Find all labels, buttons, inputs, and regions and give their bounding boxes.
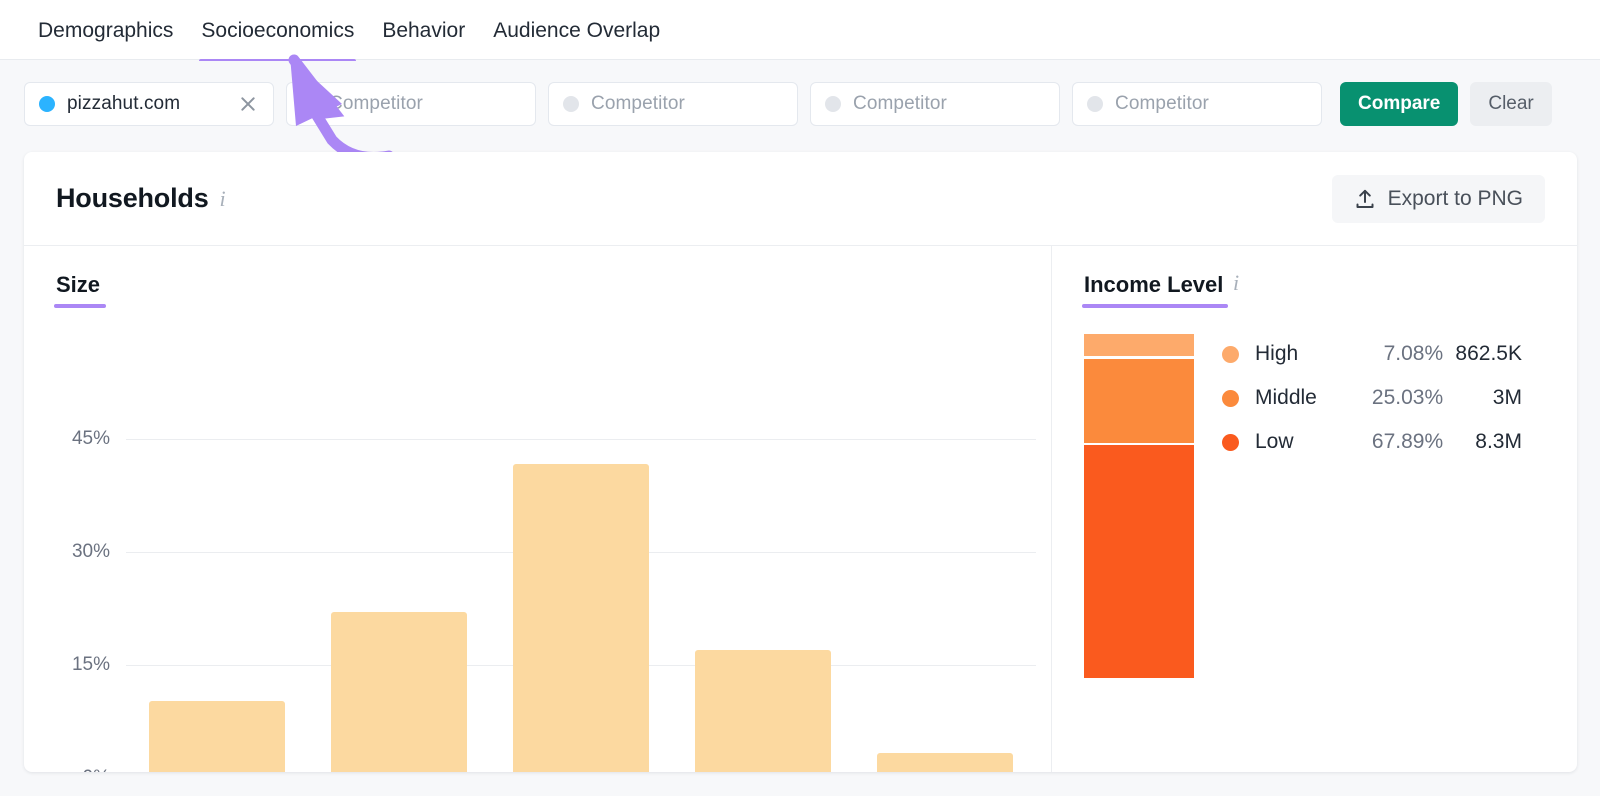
legend-percent-value: 7.08% [1361, 342, 1443, 366]
competitor-input-1[interactable]: Competitor [286, 82, 536, 126]
income-stack-segment[interactable] [1084, 445, 1194, 678]
income-section-title: Income Level [1084, 272, 1223, 298]
legend-absolute-value: 862.5K [1443, 342, 1522, 366]
competitor-input-3[interactable]: Competitor [810, 82, 1060, 126]
competitor-placeholder-1: Competitor [329, 93, 423, 115]
card-header: Households i Export to PNG [24, 152, 1577, 246]
legend-label: Low [1255, 430, 1361, 454]
legend-color-dot [1222, 434, 1239, 451]
upload-icon [1354, 188, 1376, 210]
clear-button[interactable]: Clear [1470, 82, 1551, 126]
close-icon[interactable] [237, 93, 259, 115]
tab-behavior[interactable]: Behavior [368, 0, 479, 63]
legend-row[interactable]: High7.08%862.5K [1222, 343, 1522, 365]
legend-absolute-value: 3M [1443, 386, 1522, 410]
legend-color-dot [1222, 390, 1239, 407]
y-axis-tick-label: 15% [38, 654, 110, 676]
card-body: Size 0%15%30%45% 123–45–67+ Income Level… [24, 246, 1577, 772]
tab-demographics[interactable]: Demographics [24, 0, 187, 63]
chart-bar[interactable] [331, 612, 467, 772]
size-bar-chart: 0%15%30%45% 123–45–67+ [24, 246, 1051, 772]
income-stacked-bar [1084, 334, 1194, 681]
competitor-placeholder-3: Competitor [853, 93, 947, 115]
legend-row[interactable]: Middle25.03%3M [1222, 387, 1522, 409]
y-axis-tick-label: 30% [38, 541, 110, 563]
competitor-color-dot [563, 96, 579, 112]
competitor-color-dot [825, 96, 841, 112]
export-to-png-button[interactable]: Export to PNG [1332, 175, 1545, 223]
income-title-underline [1082, 304, 1228, 308]
income-level-panel: Income Level i High7.08%862.5K Middle25.0… [1051, 246, 1577, 772]
y-axis-tick-label: 45% [38, 428, 110, 450]
legend-row[interactable]: Low67.89%8.3M [1222, 431, 1522, 453]
legend-percent-value: 67.89% [1361, 430, 1443, 454]
domain-chip-label: pizzahut.com [67, 93, 180, 115]
main-tab-bar: Demographics Socioeconomics Behavior Aud… [0, 0, 1600, 60]
households-card: Households i Export to PNG Size 0%15%30%… [24, 152, 1577, 772]
compare-button[interactable]: Compare [1340, 82, 1458, 126]
legend-absolute-value: 8.3M [1443, 430, 1522, 454]
tab-socioeconomics[interactable]: Socioeconomics [187, 0, 368, 63]
income-stack-segment[interactable] [1084, 359, 1194, 443]
info-icon[interactable]: i [1233, 270, 1239, 296]
info-icon[interactable]: i [220, 186, 226, 212]
competitor-compare-bar: pizzahut.com Competitor Competitor Compe… [0, 61, 1600, 147]
competitor-input-2[interactable]: Competitor [548, 82, 798, 126]
competitor-placeholder-4: Competitor [1115, 93, 1209, 115]
chart-bar[interactable] [695, 650, 831, 772]
income-stack-segment[interactable] [1084, 334, 1194, 356]
tab-audience-overlap[interactable]: Audience Overlap [479, 0, 674, 63]
gridline [126, 439, 1036, 440]
page-title: Households [56, 183, 209, 214]
chart-bar[interactable] [149, 701, 285, 772]
competitor-input-4[interactable]: Competitor [1072, 82, 1322, 126]
competitor-color-dot [1087, 96, 1103, 112]
legend-percent-value: 25.03% [1361, 386, 1443, 410]
domain-color-dot [39, 96, 55, 112]
export-button-label: Export to PNG [1388, 187, 1523, 211]
legend-label: Middle [1255, 386, 1361, 410]
legend-color-dot [1222, 346, 1239, 363]
competitor-color-dot [301, 96, 317, 112]
chart-bar[interactable] [513, 464, 649, 772]
legend-label: High [1255, 342, 1361, 366]
competitor-placeholder-2: Competitor [591, 93, 685, 115]
domain-chip-pizzahut[interactable]: pizzahut.com [24, 82, 274, 126]
y-axis-tick-label: 0% [38, 767, 110, 772]
household-size-panel: Size 0%15%30%45% 123–45–67+ [24, 246, 1051, 772]
chart-bar[interactable] [877, 753, 1013, 772]
